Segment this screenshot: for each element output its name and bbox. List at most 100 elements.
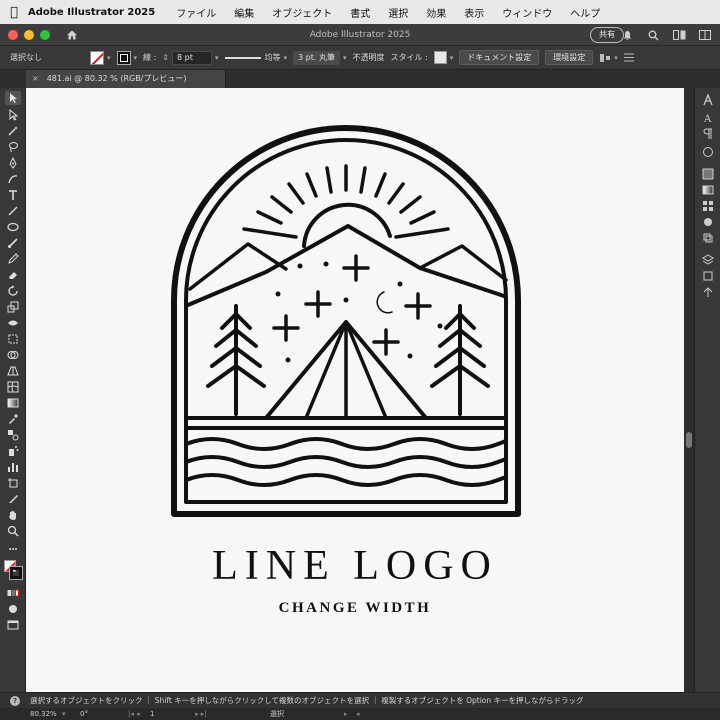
preferences-button[interactable]: 環境設定	[545, 50, 594, 65]
symbol-sprayer-tool-icon[interactable]	[5, 444, 21, 458]
perspective-grid-tool-icon[interactable]	[5, 364, 21, 378]
shape-builder-tool-icon[interactable]	[5, 348, 21, 362]
layers-panel-icon[interactable]	[702, 254, 714, 266]
brushes-panel-icon[interactable]	[702, 216, 714, 228]
document-tab[interactable]: × 481.ai @ 80.32 % (RGB/プレビュー)	[26, 70, 226, 88]
draw-mode-icon[interactable]	[5, 602, 21, 616]
next-artboard-icon[interactable]: ▸ ▸|	[195, 708, 207, 720]
rotation-field[interactable]: 0°	[80, 708, 88, 720]
type-tool-icon[interactable]	[5, 188, 21, 202]
style-swatch[interactable]: ▾	[433, 51, 453, 64]
curvature-tool-icon[interactable]	[5, 172, 21, 186]
help-icon[interactable]: ?	[10, 696, 20, 706]
pencil-tool-icon[interactable]	[5, 252, 21, 266]
fill-stroke-swatches[interactable]	[4, 560, 23, 580]
free-transform-tool-icon[interactable]	[5, 332, 21, 346]
play-icon[interactable]: ▸	[344, 708, 348, 720]
home-icon[interactable]	[64, 27, 80, 43]
document-setup-button[interactable]: ドキュメント設定	[459, 50, 540, 65]
panel-menu-icon[interactable]	[623, 53, 634, 62]
variable-width-profile[interactable]: 均等 ▾	[224, 52, 288, 63]
symbols-panel-icon[interactable]	[702, 232, 714, 244]
menu-effect[interactable]: 効果	[426, 5, 446, 20]
svg-text:A: A	[703, 114, 712, 124]
search-icon[interactable]	[646, 28, 660, 42]
menu-type[interactable]: 書式	[350, 5, 370, 20]
selection-tool-icon[interactable]	[5, 91, 21, 105]
menu-window[interactable]: ウィンドウ	[502, 5, 552, 20]
line-tool-icon[interactable]	[5, 204, 21, 218]
close-tab-icon[interactable]: ×	[32, 74, 39, 83]
color-modes-icon[interactable]	[5, 586, 21, 600]
swatches-panel-icon[interactable]	[702, 200, 714, 212]
crescent-moon	[376, 291, 393, 314]
workspace-switcher-icon[interactable]	[672, 28, 686, 42]
width-tool-icon[interactable]	[5, 316, 21, 330]
artboard-number-field[interactable]: 1	[150, 708, 154, 720]
menu-edit[interactable]: 編集	[234, 5, 254, 20]
first-artboard-icon[interactable]: |◂ ◂	[128, 708, 140, 720]
share-button[interactable]: 共有	[590, 27, 624, 43]
chevron-down-icon: ▾	[283, 53, 288, 62]
lasso-tool-icon[interactable]	[5, 140, 21, 154]
scrollbar-thumb[interactable]	[686, 432, 692, 448]
arrange-documents-icon[interactable]	[698, 28, 712, 42]
fill-swatch[interactable]: ▾	[90, 50, 111, 65]
toolbar-edit-icon[interactable]	[5, 542, 21, 556]
logo-subtitle-text[interactable]: CHANGE WIDTH	[26, 600, 684, 617]
color-panel-icon[interactable]	[702, 168, 714, 180]
bell-icon[interactable]	[620, 28, 634, 42]
brush-field[interactable]: 3 pt. 丸筆	[293, 50, 340, 65]
slice-tool-icon[interactable]	[5, 492, 21, 506]
artboard-tool-icon[interactable]	[5, 476, 21, 490]
rotate-tool-icon[interactable]	[5, 284, 21, 298]
menu-view[interactable]: 表示	[464, 5, 484, 20]
paragraph-panel-icon[interactable]	[702, 128, 714, 140]
asset-export-icon[interactable]	[702, 286, 714, 298]
zoom-tool-icon[interactable]	[5, 524, 21, 538]
zoom-window-button[interactable]	[40, 29, 50, 40]
chevron-down-icon[interactable]: ▾	[215, 54, 219, 62]
column-graph-tool-icon[interactable]	[5, 460, 21, 474]
right-mountain-back	[418, 244, 508, 282]
brush-definition[interactable]: 3 pt. 丸筆 ▾	[293, 50, 346, 65]
stroke-swatch[interactable]: ▾	[116, 50, 137, 65]
close-window-button[interactable]	[8, 29, 18, 40]
ellipse-tool-icon[interactable]	[5, 220, 21, 234]
menu-object[interactable]: オブジェクト	[272, 5, 332, 20]
gradient-tool-icon[interactable]	[5, 396, 21, 410]
scale-tool-icon[interactable]	[5, 300, 21, 314]
logo-title-text[interactable]: LINE LOGO	[26, 542, 684, 590]
opacity-link[interactable]: 不透明度	[352, 52, 384, 63]
stroke-color-icon[interactable]	[9, 566, 23, 580]
eyedropper-tool-icon[interactable]	[5, 412, 21, 426]
gradient-panel-icon[interactable]	[702, 184, 714, 196]
character-panel-icon[interactable]: A	[702, 112, 714, 124]
zoom-level-field[interactable]: 80.32%	[30, 708, 57, 720]
apple-menu-icon[interactable]: 	[0, 5, 28, 20]
stroke-weight-stepper[interactable]: ⇕ 8 pt ▾	[162, 50, 219, 65]
app-menu[interactable]: Adobe Illustrator 2025	[28, 7, 155, 18]
pen-tool-icon[interactable]	[5, 156, 21, 170]
properties-panel-icon[interactable]	[702, 94, 714, 106]
menu-select[interactable]: 選択	[388, 5, 408, 20]
mesh-tool-icon[interactable]	[5, 380, 21, 394]
artboards-panel-icon[interactable]	[702, 270, 714, 282]
cc-libraries-icon[interactable]	[702, 146, 714, 158]
screen-mode-icon[interactable]	[5, 618, 21, 632]
stepper-arrows-icon[interactable]: ⇕	[162, 53, 169, 62]
paintbrush-tool-icon[interactable]	[5, 236, 21, 250]
direct-selection-tool-icon[interactable]	[5, 108, 21, 122]
minimize-window-button[interactable]	[24, 29, 34, 40]
eraser-tool-icon[interactable]	[5, 268, 21, 282]
scroll-left-icon[interactable]: ◂	[356, 708, 360, 720]
menu-file[interactable]: ファイル	[176, 5, 216, 20]
magic-wand-tool-icon[interactable]	[5, 124, 21, 138]
stroke-weight-field[interactable]: 8 pt	[171, 50, 212, 65]
hand-tool-icon[interactable]	[5, 508, 21, 522]
menu-help[interactable]: ヘルプ	[570, 5, 600, 20]
align-icon[interactable]: ▾	[599, 53, 618, 63]
vertical-scrollbar[interactable]	[684, 88, 694, 692]
blend-tool-icon[interactable]	[5, 428, 21, 442]
chevron-down-icon[interactable]: ▾	[62, 708, 66, 720]
